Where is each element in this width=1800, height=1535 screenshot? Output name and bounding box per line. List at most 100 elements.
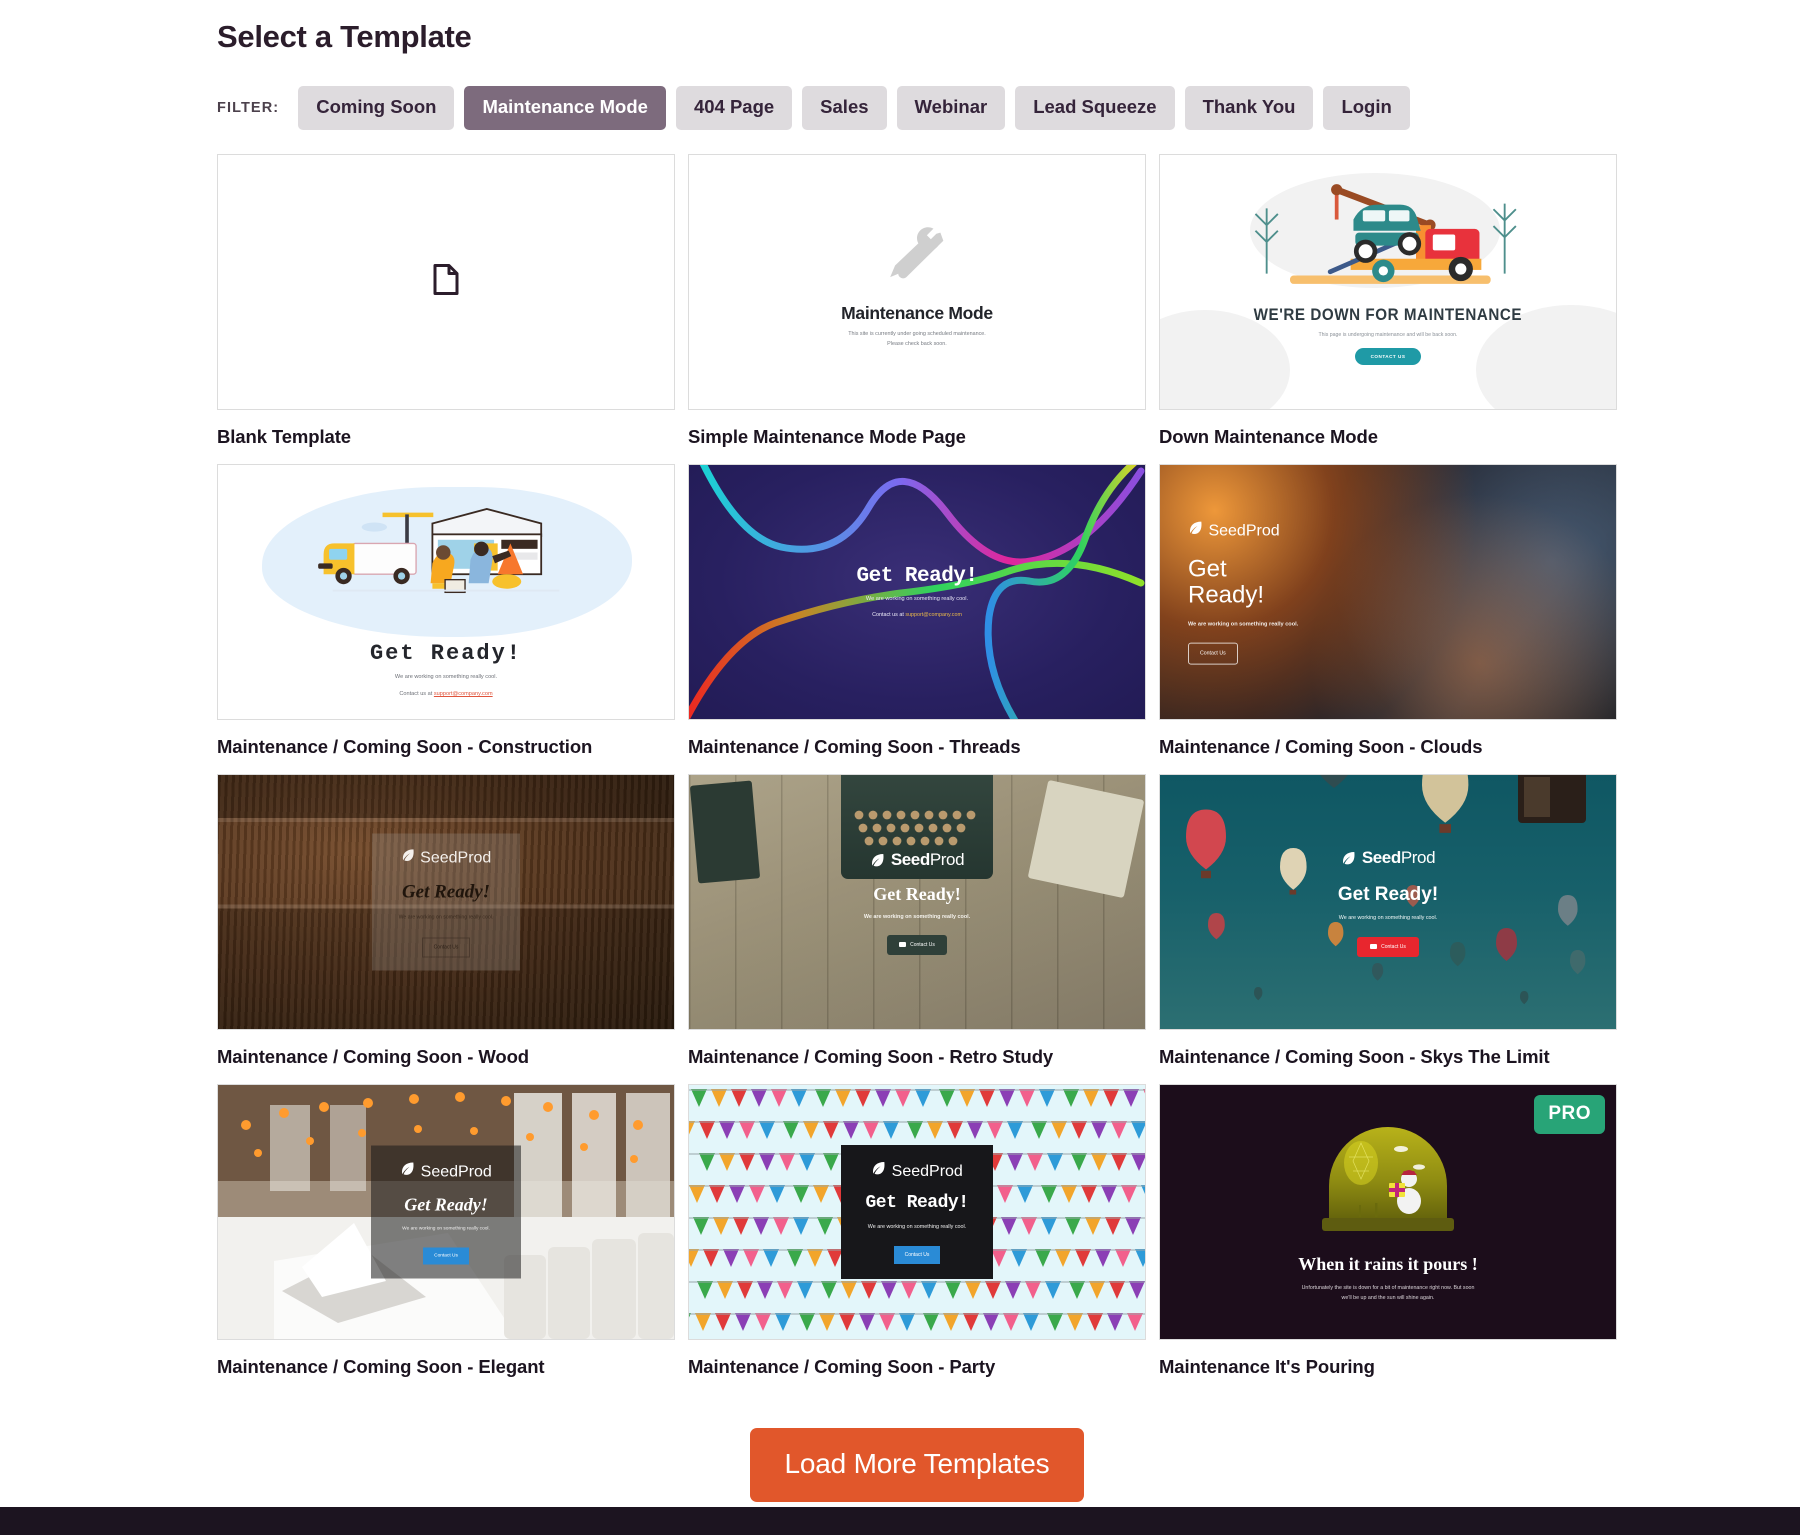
preview-contact-button[interactable]: Contact Us	[423, 1247, 469, 1265]
load-more-templates-button[interactable]: Load More Templates	[749, 1427, 1085, 1502]
logo-text-prod: Prod	[1245, 522, 1280, 540]
preview-contact-button[interactable]: Contact Us	[1188, 642, 1238, 665]
preview-sub: This page is undergoing maintenance and …	[1318, 331, 1458, 338]
preview-headline: Get Ready!	[865, 1193, 969, 1214]
template-thumbnail-blank[interactable]	[217, 153, 675, 410]
preview-headline: Get Ready!	[404, 1194, 488, 1215]
template-thumbnail-its-pouring[interactable]: PRO When it rains it pours ! Unfortunate…	[1159, 1084, 1617, 1341]
preview-headline: WE'RE DOWN FOR MAINTENANCE	[1253, 305, 1523, 324]
preview-contact-button[interactable]: CONTACT US	[1354, 347, 1422, 365]
template-title: Maintenance It's Pouring	[1159, 1356, 1375, 1378]
template-grid: Blank Template Maintenance Mode This sit…	[217, 153, 1617, 1395]
preview-sub: We are working on something really cool.	[1188, 621, 1299, 628]
template-title: Maintenance / Coming Soon - Elegant	[217, 1356, 545, 1378]
envelope-icon	[899, 942, 907, 948]
logo-text-prod: Prod	[929, 849, 965, 869]
template-title: Maintenance / Coming Soon - Party	[688, 1356, 996, 1378]
logo-text-prod: Prod	[458, 1163, 492, 1181]
seedprod-logo: SeedProd	[400, 1160, 492, 1181]
template-thumbnail-construction[interactable]: Get Ready! We are working on something r…	[217, 463, 675, 720]
envelope-icon	[1370, 944, 1378, 950]
template-title: Maintenance / Coming Soon - Construction	[217, 735, 593, 757]
filter-chip-404-page[interactable]: 404 Page	[675, 86, 793, 130]
template-card[interactable]: Maintenance Mode This site is currently …	[688, 153, 1146, 450]
filter-label: FILTER:	[217, 99, 280, 116]
pro-badge: PRO	[1534, 1095, 1605, 1135]
template-thumbnail-clouds[interactable]: SeedProd Get Ready! We are working on so…	[1159, 463, 1617, 720]
template-card[interactable]: PRO When it rains it pours ! Unfortunate…	[1159, 1084, 1617, 1380]
template-thumbnail-party[interactable]: SeedProd Get Ready! We are working on so…	[688, 1084, 1146, 1341]
template-card[interactable]: Blank Template	[217, 153, 675, 450]
template-title: Maintenance / Coming Soon - Skys The Lim…	[1159, 1046, 1550, 1068]
logo-text-seed: Seed	[890, 849, 930, 869]
template-thumbnail-simple-maintenance[interactable]: Maintenance Mode This site is currently …	[688, 153, 1146, 410]
logo-text-seed: Seed	[1208, 522, 1246, 540]
filter-chip-sales[interactable]: Sales	[802, 86, 887, 130]
template-title: Simple Maintenance Mode Page	[688, 425, 966, 447]
template-thumbnail-skys-the-limit[interactable]: SeedProd Get Ready! We are working on so…	[1159, 774, 1617, 1031]
preview-headline: Maintenance Mode	[841, 302, 993, 323]
preview-headline: Get Ready!	[401, 881, 491, 903]
template-card[interactable]: SeedProd Get Ready! We are working on so…	[217, 774, 675, 1070]
template-thumbnail-elegant[interactable]: SeedProd Get Ready! We are working on so…	[217, 1084, 675, 1341]
preview-headline: Get Ready!	[1337, 883, 1439, 905]
logo-text-seed: Seed	[891, 1163, 930, 1181]
filter-chip-coming-soon[interactable]: Coming Soon	[298, 86, 455, 130]
preview-contact-button[interactable]: Contact Us	[893, 1246, 941, 1265]
preview-headline-line-2: Ready!	[1188, 581, 1265, 609]
preview-headline-line-1: Get	[1188, 555, 1227, 583]
preview-sub: We are working on something really cool.	[402, 1226, 490, 1232]
template-card[interactable]: SeedProd Get Ready! We are working on so…	[217, 1084, 675, 1380]
preview-sub-line-2: we'll be up and the sun will shine again…	[1341, 1294, 1435, 1301]
seedprod-logo: SeedProd	[1188, 520, 1280, 541]
preview-contact-prefix: Contact us at	[399, 690, 434, 697]
template-card[interactable]: SeedProd Get Ready! We are working on so…	[1159, 463, 1617, 760]
filter-chip-webinar[interactable]: Webinar	[896, 86, 1006, 130]
logo-text-prod: Prod	[1400, 847, 1436, 867]
template-card[interactable]: Get Ready! We are working on something r…	[688, 463, 1146, 760]
logo-text-seed: Seed	[1361, 847, 1401, 867]
template-title: Down Maintenance Mode	[1159, 425, 1378, 447]
preview-sub-line-1: Unfortunately the site is down for a bit…	[1301, 1284, 1475, 1291]
template-thumbnail-retro-study[interactable]: SeedProd Get Ready! We are working on so…	[688, 774, 1146, 1031]
seedprod-logo: SeedProd	[870, 849, 965, 870]
preview-overlay-box: SeedProd Get Ready! We are working on so…	[841, 1145, 993, 1280]
logo-text-prod: Prod	[929, 1163, 963, 1181]
footer: Load More Templates	[217, 1427, 1617, 1502]
document-icon	[433, 263, 459, 300]
template-title: Maintenance / Coming Soon - Threads	[688, 735, 1021, 757]
filter-chip-login[interactable]: Login	[1323, 86, 1410, 130]
template-chooser-page: Select a Template FILTER: Coming Soon Ma…	[0, 0, 1800, 1535]
preview-sub: We are working on something really cool.	[1338, 914, 1438, 921]
template-thumbnail-threads[interactable]: Get Ready! We are working on something r…	[688, 463, 1146, 720]
filter-chip-lead-squeeze[interactable]: Lead Squeeze	[1015, 86, 1175, 130]
template-title: Maintenance / Coming Soon - Clouds	[1159, 735, 1483, 757]
bottom-strip	[0, 1507, 1800, 1535]
preview-overlay-box: SeedProd Get Ready! We are working on so…	[371, 1145, 521, 1279]
template-thumbnail-down-maintenance[interactable]: WE'RE DOWN FOR MAINTENANCE This page is …	[1159, 153, 1617, 410]
seedprod-logo: SeedProd	[401, 847, 492, 867]
template-thumbnail-wood[interactable]: SeedProd Get Ready! We are working on so…	[217, 774, 675, 1031]
logo-text-seed: Seed	[420, 849, 458, 867]
preview-contact-button[interactable]: Contact Us	[421, 937, 471, 958]
template-card[interactable]: SeedProd Get Ready! We are working on so…	[688, 1084, 1146, 1380]
preview-contact-button[interactable]: Contact Us	[1357, 936, 1419, 957]
preview-overlay-box: SeedProd Get Ready! We are working on so…	[372, 833, 520, 971]
preview-contact-email[interactable]: support@company.com	[434, 691, 493, 697]
filter-chip-maintenance-mode[interactable]: Maintenance Mode	[464, 86, 666, 130]
template-title: Maintenance / Coming Soon - Wood	[217, 1046, 529, 1068]
template-card[interactable]: Get Ready! We are working on something r…	[217, 463, 675, 760]
template-card[interactable]: WE'RE DOWN FOR MAINTENANCE This page is …	[1159, 153, 1617, 450]
preview-contact-email[interactable]: support@company.com	[905, 612, 962, 618]
template-card[interactable]: SeedProd Get Ready! We are working on so…	[688, 774, 1146, 1070]
preview-contact-button[interactable]: Contact Us	[887, 934, 947, 955]
logo-text-prod: Prod	[457, 849, 492, 867]
preview-sub: We are working on something really cool.	[398, 914, 494, 921]
preview-headline: Get Ready!	[873, 883, 961, 904]
preview-headline: When it rains it pours !	[1298, 1253, 1478, 1274]
preview-sub-line-2: Please check back soon.	[887, 340, 947, 347]
filter-chip-thank-you[interactable]: Thank You	[1184, 86, 1314, 130]
preview-headline: Get Ready!	[856, 565, 978, 589]
preview-sub: We are working on something really cool.	[394, 673, 498, 680]
template-card[interactable]: SeedProd Get Ready! We are working on so…	[1159, 774, 1617, 1070]
